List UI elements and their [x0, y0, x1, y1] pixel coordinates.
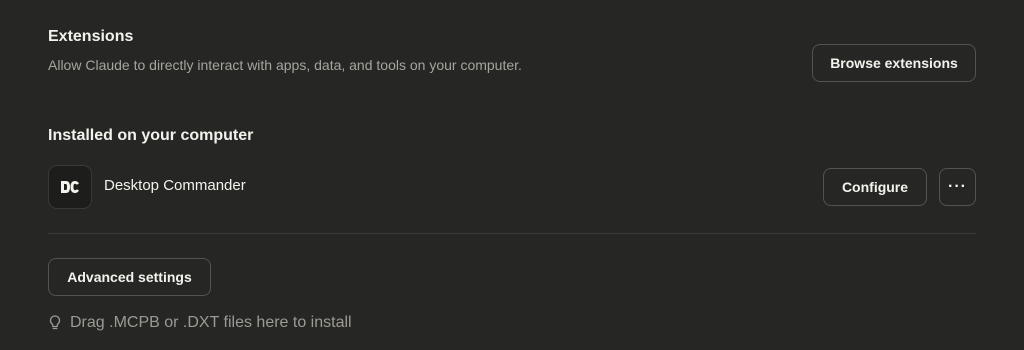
section-divider: [48, 233, 976, 234]
extensions-description: Allow Claude to directly interact with a…: [48, 57, 522, 73]
drop-zone-hint: Drag .MCPB or .DXT files here to install: [48, 314, 352, 332]
extensions-settings-panel: Extensions Allow Claude to directly inte…: [0, 0, 1024, 350]
installed-section-title: Installed on your computer: [48, 127, 254, 144]
advanced-settings-button[interactable]: Advanced settings: [48, 258, 211, 296]
browse-extensions-button[interactable]: Browse extensions: [812, 44, 976, 82]
desktop-commander-icon: [48, 165, 92, 209]
dc-logo-icon: [61, 181, 79, 193]
lightbulb-icon: [48, 314, 62, 332]
extension-name: Desktop Commander: [104, 177, 246, 194]
configure-button[interactable]: Configure: [823, 168, 927, 206]
more-options-button[interactable]: ···: [939, 168, 976, 206]
extensions-title: Extensions: [48, 28, 134, 45]
drop-zone-text: Drag .MCPB or .DXT files here to install: [70, 314, 352, 331]
